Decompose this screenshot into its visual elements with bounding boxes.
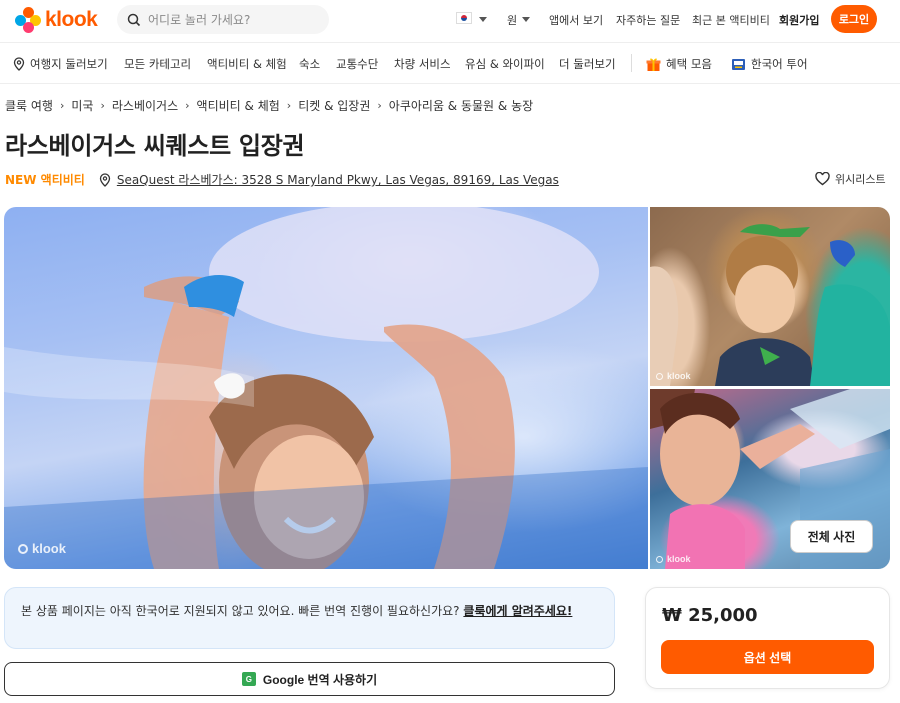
nav-label: 더 둘러보기 bbox=[559, 57, 616, 71]
top-header: klook 원 앱에서 보기 자주하는 질문 최근 본 액티비티 회원가입 로그… bbox=[0, 0, 900, 42]
klook-watermark: klook bbox=[18, 541, 66, 556]
chevron-right-icon: › bbox=[377, 99, 382, 112]
nav-item-benefits[interactable]: 혜택 모음 bbox=[646, 56, 712, 72]
location-pin-icon bbox=[99, 172, 110, 187]
chevron-right-icon: › bbox=[59, 99, 65, 112]
breadcrumb-item[interactable]: 액티비티 & 체험 bbox=[197, 97, 280, 114]
wishlist-button[interactable]: 위시리스트 bbox=[815, 171, 886, 187]
login-button[interactable]: 로그인 bbox=[831, 5, 877, 33]
category-navbar: 여행지 둘러보기 모든 카테고리 액티비티 & 체험 숙소 교통수단 차량 서비… bbox=[0, 42, 900, 84]
faq-link[interactable]: 자주하는 질문 bbox=[616, 12, 680, 28]
nav-label: 차량 서비스 bbox=[394, 57, 451, 71]
nav-label: 혜택 모음 bbox=[666, 57, 712, 71]
notify-klook-link[interactable]: 클룩에게 알려주세요! bbox=[463, 604, 572, 618]
search-icon bbox=[127, 13, 141, 26]
nav-label: 한국어 투어 bbox=[751, 57, 808, 71]
tour-guide-icon bbox=[732, 58, 745, 70]
nav-item-activities[interactable]: 액티비티 & 체험 bbox=[207, 56, 287, 72]
watermark-text: klook bbox=[667, 554, 691, 564]
google-translate-label: Google 번역 사용하기 bbox=[262, 672, 378, 687]
search-input[interactable] bbox=[148, 12, 318, 27]
app-link[interactable]: 앱에서 보기 bbox=[549, 12, 603, 28]
watermark-logo-icon bbox=[18, 543, 28, 554]
nav-item-stays[interactable]: 숙소 bbox=[299, 56, 320, 72]
nav-label: 모든 카테고리 bbox=[124, 57, 192, 71]
currency-selector[interactable]: 원 bbox=[507, 12, 517, 28]
heart-icon bbox=[815, 172, 830, 186]
nav-label: 숙소 bbox=[299, 57, 321, 71]
price-card: ₩ 25,000 옵션 선택 bbox=[645, 587, 890, 689]
logo-text: klook bbox=[45, 8, 98, 31]
search-bar[interactable] bbox=[117, 5, 329, 34]
nav-item-transport[interactable]: 교통수단 bbox=[336, 56, 378, 72]
select-option-button[interactable]: 옵션 선택 bbox=[661, 640, 874, 674]
product-meta: NEW 액티비티 SeaQuest 라스베가스: 3528 S Maryland… bbox=[5, 171, 559, 188]
new-activity-badge: NEW 액티비티 bbox=[5, 173, 85, 187]
breadcrumb-item[interactable]: 클룩 여행 bbox=[5, 97, 53, 114]
nav-item-more[interactable]: 더 둘러보기 bbox=[559, 56, 616, 72]
notice-text: 본 상품 페이지는 아직 한국어로 지원되지 않고 있어요. 빠른 번역 진행이… bbox=[21, 604, 464, 618]
breadcrumb: 클룩 여행 › 미국 › 라스베이거스 › 액티비티 & 체험 › 티켓 & 입장권 › … bbox=[5, 97, 533, 114]
language-flag-icon[interactable] bbox=[456, 12, 472, 24]
watermark-text: klook bbox=[667, 371, 691, 381]
nav-item-categories[interactable]: 모든 카테고리 bbox=[124, 56, 191, 72]
chevron-down-icon[interactable] bbox=[522, 17, 530, 22]
klook-logo-icon bbox=[15, 7, 41, 33]
nav-item-sim-wifi[interactable]: 유심 & 와이파이 bbox=[465, 56, 545, 72]
chevron-right-icon: › bbox=[185, 99, 190, 112]
aquarium-scene bbox=[4, 207, 648, 569]
chevron-down-icon[interactable] bbox=[479, 17, 487, 22]
nav-label: 유심 & 와이파이 bbox=[465, 57, 545, 71]
google-translate-icon: G bbox=[241, 672, 256, 686]
chevron-right-icon: › bbox=[286, 99, 292, 112]
google-translate-button[interactable]: G Google 번역 사용하기 bbox=[4, 662, 615, 696]
gallery-thumbnail[interactable]: klook bbox=[650, 207, 890, 386]
breadcrumb-item[interactable]: 아쿠아리움 & 동물원 & 농장 bbox=[389, 97, 533, 114]
klook-logo[interactable]: klook bbox=[15, 7, 98, 33]
address-text: SeaQuest 라스베가스: 3528 S Maryland Pkwy, La… bbox=[116, 173, 559, 187]
nav-label: 교통수단 bbox=[336, 57, 379, 71]
breadcrumb-item[interactable]: 티켓 & 입장권 bbox=[298, 97, 370, 114]
nav-label: 액티비티 & 체험 bbox=[207, 57, 287, 71]
nav-item-korean-tour[interactable]: 한국어 투어 bbox=[731, 56, 808, 72]
parrots-scene bbox=[650, 224, 890, 386]
watermark-logo-icon bbox=[656, 372, 663, 380]
nav-label: 여행지 둘러보기 bbox=[30, 57, 108, 71]
translation-notice: 본 상품 페이지는 아직 한국어로 지원되지 않고 있어요. 빠른 번역 진행이… bbox=[4, 587, 615, 649]
nav-divider bbox=[631, 54, 632, 72]
breadcrumb-item[interactable]: 미국 bbox=[71, 97, 93, 114]
watermark-logo-icon bbox=[656, 555, 663, 563]
watermark-text: klook bbox=[32, 541, 66, 556]
main-photo[interactable]: klook bbox=[4, 207, 648, 569]
gift-icon bbox=[646, 58, 661, 71]
wishlist-label: 위시리스트 bbox=[835, 173, 886, 186]
recently-viewed-link[interactable]: 최근 본 액티비티 bbox=[692, 12, 770, 28]
klook-watermark: klook bbox=[656, 554, 691, 564]
address-link[interactable]: SeaQuest 라스베가스: 3528 S Maryland Pkwy, La… bbox=[99, 171, 559, 188]
signup-link[interactable]: 회원가입 bbox=[779, 12, 819, 28]
klook-watermark: klook bbox=[656, 371, 691, 381]
chevron-right-icon: › bbox=[100, 99, 105, 112]
nav-item-explore[interactable]: 여행지 둘러보기 bbox=[13, 56, 108, 72]
price-value: ₩ 25,000 bbox=[662, 605, 758, 626]
nav-item-car-service[interactable]: 차량 서비스 bbox=[394, 56, 451, 72]
location-pin-icon bbox=[13, 57, 25, 71]
view-all-photos-button[interactable]: 전체 사진 bbox=[790, 520, 873, 553]
breadcrumb-item[interactable]: 라스베이거스 bbox=[112, 97, 178, 114]
page-title: 라스베이거스 씨퀘스트 입장권 bbox=[5, 132, 305, 160]
